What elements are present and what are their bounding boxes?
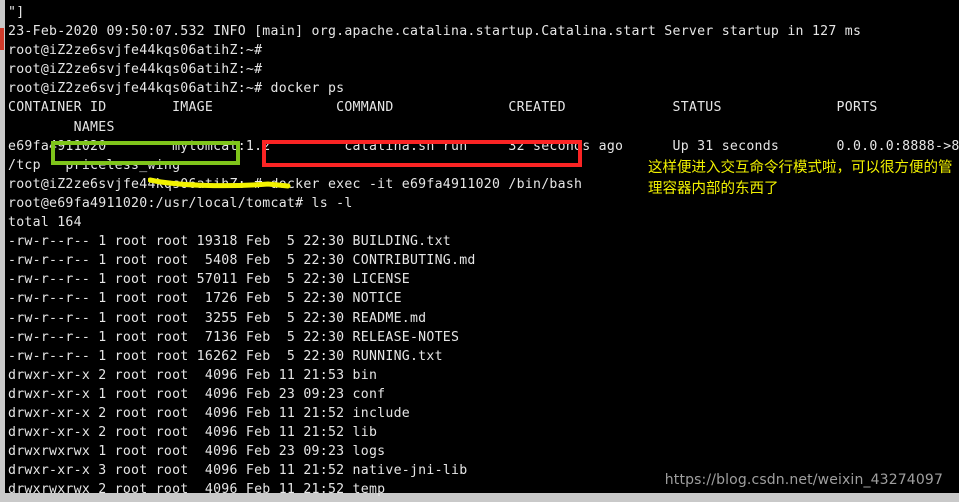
annotation-note-text: 这样便进入交互命令行模式啦，可以很方便的管理容器内部的东西了 <box>648 160 953 197</box>
terminal-line: drwxr-xr-x 2 root root 4096 Feb 11 21:53… <box>8 367 378 383</box>
terminal-line: "] <box>8 5 25 20</box>
terminal-line: -rw-r--r-- 1 root root 16262 Feb 5 22:30… <box>8 348 443 364</box>
watermark-url: https://blog.csdn.net/weixin_43274097 <box>664 472 943 488</box>
terminal-line: CONTAINER ID IMAGE COMMAND CREATED STATU… <box>8 100 878 116</box>
terminal-line: -rw-r--r-- 1 root root 5408 Feb 5 22:30 … <box>8 253 476 269</box>
terminal-line: drwxrwxrwx 1 root root 4096 Feb 23 09:23… <box>8 444 386 460</box>
terminal-line: root@iZ2ze6svjfe44kqs06atihZ:~# <box>8 43 263 59</box>
terminal-line: root@iZ2ze6svjfe44kqs06atihZ:~# <box>8 62 263 78</box>
terminal-line: -rw-r--r-- 1 root root 57011 Feb 5 22:30… <box>8 272 410 288</box>
terminal-line: -rw-r--r-- 1 root root 3255 Feb 5 22:30 … <box>8 310 427 326</box>
terminal-line: e69fa4911020 mytomcat:1.2 "catalina.sh r… <box>8 138 959 154</box>
left-red-marker <box>0 28 4 50</box>
terminal-line: total 164 <box>8 215 82 231</box>
terminal-output[interactable]: "] 23-Feb-2020 09:50:07.532 INFO [main] o… <box>8 3 959 502</box>
terminal-line: root@iZ2ze6svjfe44kqs06atihZ:~# docker p… <box>8 81 345 97</box>
terminal-line: NAMES <box>8 119 115 135</box>
terminal-window: "] 23-Feb-2020 09:50:07.532 INFO [main] o… <box>0 0 959 502</box>
terminal-line: drwxr-xr-x 2 root root 4096 Feb 11 21:52… <box>8 405 410 421</box>
terminal-line: 23-Feb-2020 09:50:07.532 INFO [main] org… <box>8 24 862 40</box>
terminal-line: -rw-r--r-- 1 root root 7136 Feb 5 22:30 … <box>8 329 460 345</box>
terminal-line: drwxr-xr-x 2 root root 4096 Feb 11 21:52… <box>8 425 378 441</box>
terminal-line: drwxr-xr-x 1 root root 4096 Feb 23 09:23… <box>8 386 386 402</box>
terminal-line: -rw-r--r-- 1 root root 19318 Feb 5 22:30… <box>8 234 451 250</box>
terminal-line: -rw-r--r-- 1 root root 1726 Feb 5 22:30 … <box>8 291 402 307</box>
